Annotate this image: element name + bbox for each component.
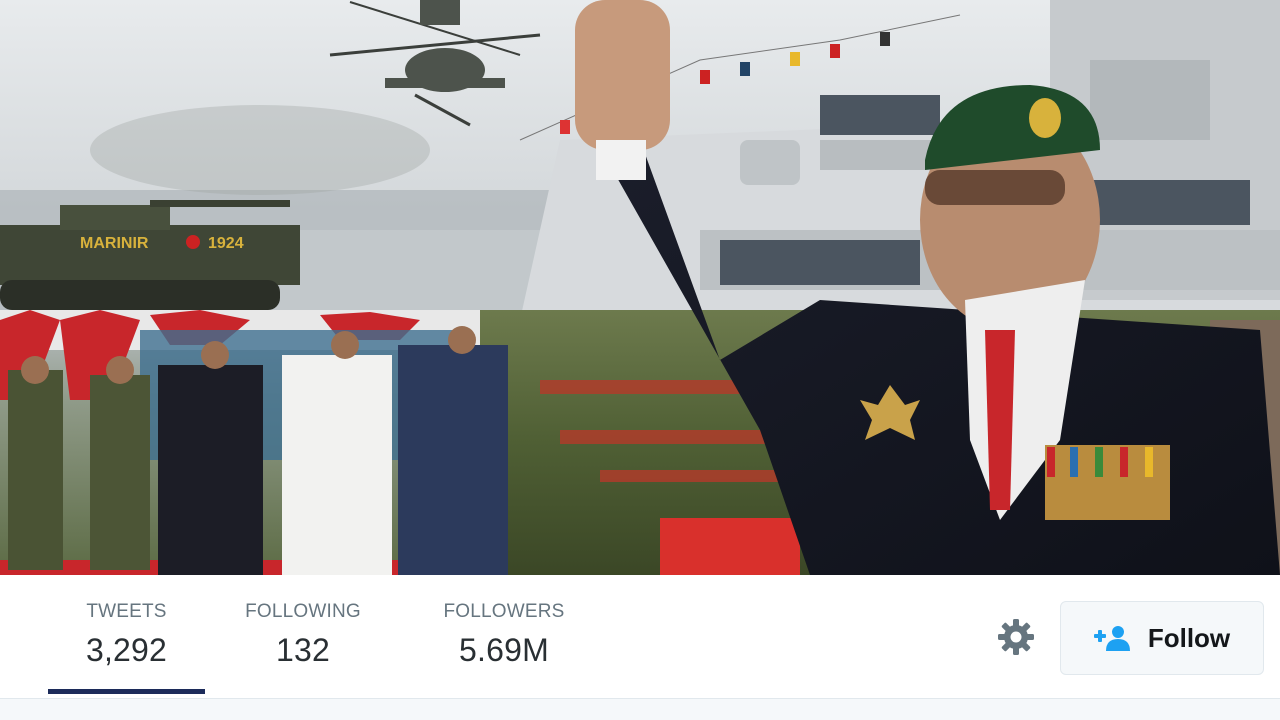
active-tab-indicator bbox=[48, 689, 205, 694]
tweets-stat-link[interactable]: TWEETS 3,292 bbox=[48, 601, 205, 669]
banner-photo: MARINIR 1924 bbox=[0, 0, 1280, 575]
gear-icon[interactable] bbox=[996, 617, 1036, 657]
page-background-strip bbox=[0, 699, 1280, 720]
add-user-icon bbox=[1093, 626, 1130, 651]
following-stat-value: 132 bbox=[276, 632, 330, 668]
follow-button-label: Follow bbox=[1147, 622, 1231, 653]
followers-stat-value: 5.69M bbox=[459, 632, 549, 668]
following-stat-label: FOLLOWING bbox=[245, 601, 361, 622]
follow-button[interactable]: Follow bbox=[1060, 601, 1264, 675]
tweets-stat-label: TWEETS bbox=[86, 601, 167, 622]
tank-marking-text: MARINIR bbox=[80, 235, 149, 252]
followers-stat-link[interactable]: FOLLOWERS 5.69M bbox=[420, 601, 588, 669]
profile-header-banner: MARINIR 1924 bbox=[0, 0, 1280, 575]
tank-marking-number: 1924 bbox=[208, 235, 244, 252]
following-stat-link[interactable]: FOLLOWING 132 bbox=[228, 601, 378, 669]
tweets-stat-value: 3,292 bbox=[85, 632, 168, 668]
followers-stat-label: FOLLOWERS bbox=[443, 601, 565, 622]
